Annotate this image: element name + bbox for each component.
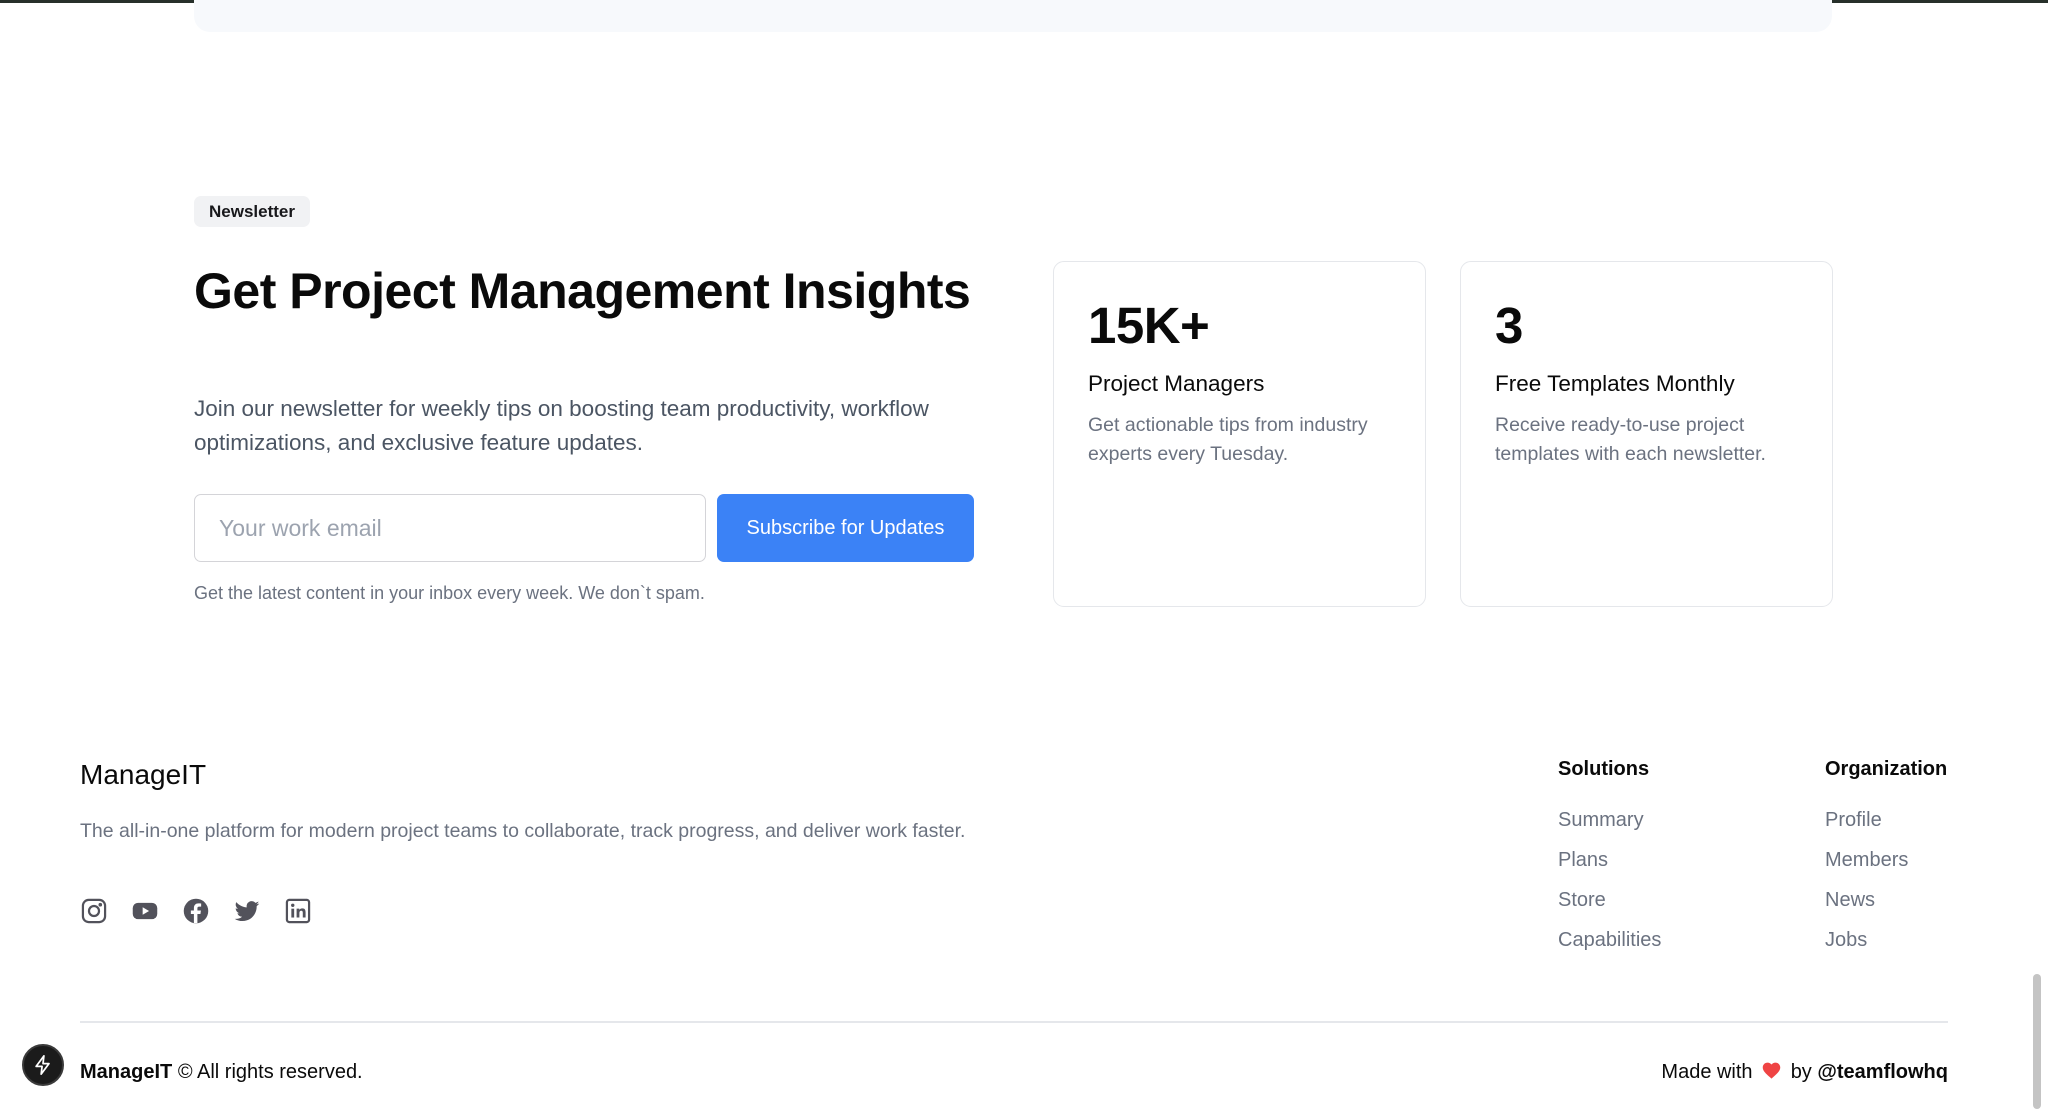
footer-column-title-solutions: Solutions	[1558, 758, 1650, 780]
stat-value: 15K+	[1088, 297, 1210, 354]
lightning-icon	[35, 1054, 50, 1076]
author-handle-link[interactable]: @teamflowhq	[1817, 1061, 1948, 1083]
stat-value: 3	[1495, 297, 1523, 354]
stat-card-project-managers: 15K+ Project Managers Get actionable tip…	[1053, 261, 1426, 607]
social-links	[80, 897, 312, 927]
copyright-text: © All rights reserved.	[177, 1061, 363, 1083]
subscribe-button[interactable]: Subscribe for Updates	[717, 494, 974, 562]
stat-description: Get actionable tips from industry expert…	[1088, 414, 1368, 465]
email-input[interactable]	[194, 494, 706, 562]
footer-link-members[interactable]: Members	[1825, 846, 1908, 886]
stat-card-free-templates: 3 Free Templates Monthly Receive ready-t…	[1460, 261, 1833, 607]
footer-divider	[80, 1021, 1948, 1023]
footer-link-capabilities[interactable]: Capabilities	[1558, 926, 1661, 966]
newsletter-headline: Get Project Management Insights	[194, 263, 971, 319]
scrollbar-thumb[interactable]	[2033, 974, 2041, 1109]
made-with: Made with by @teamflowhq	[1661, 1058, 1948, 1086]
footer-column-title-organization: Organization	[1825, 758, 1948, 780]
heart-icon	[1761, 1060, 1782, 1081]
linkedin-icon[interactable]	[284, 897, 312, 925]
copyright-brand: ManageIT	[80, 1061, 173, 1083]
footer-link-plans[interactable]: Plans	[1558, 846, 1661, 886]
made-with-prefix: Made with	[1661, 1061, 1753, 1083]
newsletter-hint: Get the latest content in your inbox eve…	[194, 583, 705, 603]
footer-link-jobs[interactable]: Jobs	[1825, 926, 1908, 966]
made-with-by: by	[1790, 1061, 1812, 1083]
footer-links-solutions: Summary Plans Store Capabilities	[1558, 806, 1661, 966]
footer-links-organization: Profile Members News Jobs	[1825, 806, 1908, 966]
newsletter-lead: Join our newsletter for weekly tips on b…	[194, 396, 929, 455]
previous-section-panel	[194, 0, 1832, 32]
copyright: ManageIT © All rights reserved.	[80, 1058, 363, 1086]
quick-action-button[interactable]	[22, 1044, 64, 1086]
footer-link-profile[interactable]: Profile	[1825, 806, 1908, 846]
page: Newsletter Get Project Management Insigh…	[0, 0, 2048, 1109]
footer-link-summary[interactable]: Summary	[1558, 806, 1661, 846]
instagram-icon[interactable]	[80, 897, 108, 925]
newsletter-badge: Newsletter	[194, 196, 310, 227]
facebook-icon[interactable]	[182, 897, 210, 925]
stat-title: Project Managers	[1088, 371, 1265, 396]
twitter-icon[interactable]	[233, 897, 261, 925]
stat-title: Free Templates Monthly	[1495, 371, 1735, 396]
footer-link-news[interactable]: News	[1825, 886, 1908, 926]
footer-tagline: The all-in-one platform for modern proje…	[80, 820, 966, 842]
youtube-icon[interactable]	[131, 897, 159, 925]
footer-brand[interactable]: ManageIT	[80, 757, 206, 793]
stat-description: Receive ready-to-use project templates w…	[1495, 414, 1766, 465]
footer-link-store[interactable]: Store	[1558, 886, 1661, 926]
